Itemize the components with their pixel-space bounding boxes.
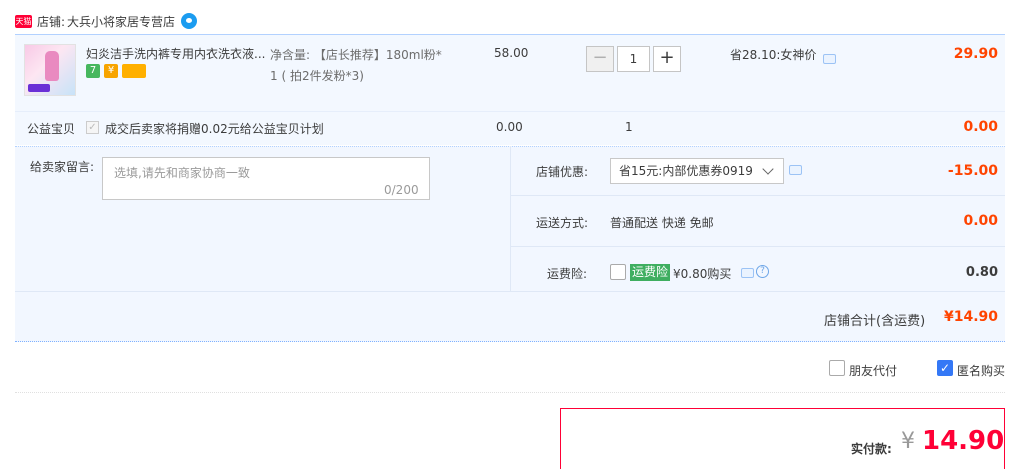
item-discount: 省28.10:女神价 [730,48,817,62]
charity-price: 0.00 [496,120,523,134]
message-char-count: 0/200 [384,183,419,197]
shipping-label: 运送方式: [536,216,589,230]
friend-pay-label[interactable]: 朋友代付 [849,362,897,379]
shop-name-link[interactable]: 大兵小将家居专营店 [67,13,175,30]
coin-icon: ¥ [104,64,118,78]
product-thumbnail[interactable] [24,44,76,96]
insurance-amount: 0.80 [965,265,998,280]
shop-header: 天猫 店铺: 大兵小将家居专营店 [15,10,198,32]
insurance-price: ¥0.80购买 [673,267,732,281]
options-divider [15,392,1005,393]
coupon-select[interactable]: 省15元:内部优惠券0919 [610,158,784,184]
anonymous-label[interactable]: 匿名购买 [957,362,1005,379]
message-placeholder: 选填,请先和商家协商一致 [114,166,250,180]
sku-spec-line1: 净含量: 【店长推荐】180ml粉* [270,48,442,62]
anonymous-checkbox[interactable]: ✓ [937,360,953,376]
charity-checkbox: ✓ [86,121,99,134]
insurance-chat-icon[interactable] [741,268,754,278]
panel-divider [510,146,511,291]
help-icon[interactable]: ? [756,265,769,278]
friend-pay-checkbox[interactable] [829,360,845,376]
discount-info-icon[interactable] [823,54,836,64]
shipping-amount: 0.00 [963,213,998,229]
charity-text: 成交后卖家将捐赠0.02元给公益宝贝计划 [105,122,324,136]
charity-quantity: 1 [625,120,633,134]
row-divider [511,195,1005,196]
message-label: 给卖家留言: [30,160,95,174]
row-divider [511,246,1005,247]
quantity-input[interactable]: 1 [617,46,650,72]
product-title-link[interactable]: 妇炎洁手洗内裤专用内衣洗衣液... [86,45,266,62]
row-divider [15,291,1005,292]
quantity-increase-button[interactable]: + [653,46,681,72]
quantity-decrease-button[interactable]: − [586,46,614,72]
currency-symbol: ¥ [901,429,915,454]
coupon-amount: -15.00 [947,163,998,179]
wangwang-chat-icon[interactable] [181,13,198,29]
insurance-checkbox[interactable] [610,264,626,280]
charity-total: 0.00 [963,119,998,135]
shop-total-label: 店铺合计(含运费) [824,314,926,329]
coupon-label: 店铺优惠: [536,165,589,179]
payment-amount: 14.90 [922,426,1005,456]
unit-price: 58.00 [494,46,529,60]
insurance-tag: 运费险 [630,264,671,281]
item-divider [15,111,1005,112]
coupon-info-icon[interactable] [789,165,802,175]
credit-card-icon [122,64,146,78]
seven-day-return-icon: 7 [86,64,100,78]
insurance-label: 运费险: [547,267,588,281]
payment-label: 实付款: [851,442,892,456]
sku-spec-line2: 1 ( 拍2件发粉*3) [270,69,364,83]
product-badges: 7 ¥ [86,64,146,78]
shop-label: 店铺: [37,14,66,29]
charity-label: 公益宝贝 [27,122,76,136]
item-subtotal: 29.90 [953,46,998,62]
tmall-icon: 天猫 [15,14,32,28]
shipping-method: 普通配送 快递 免邮 [610,216,714,230]
shop-total-amount: ¥14.90 [943,309,998,325]
